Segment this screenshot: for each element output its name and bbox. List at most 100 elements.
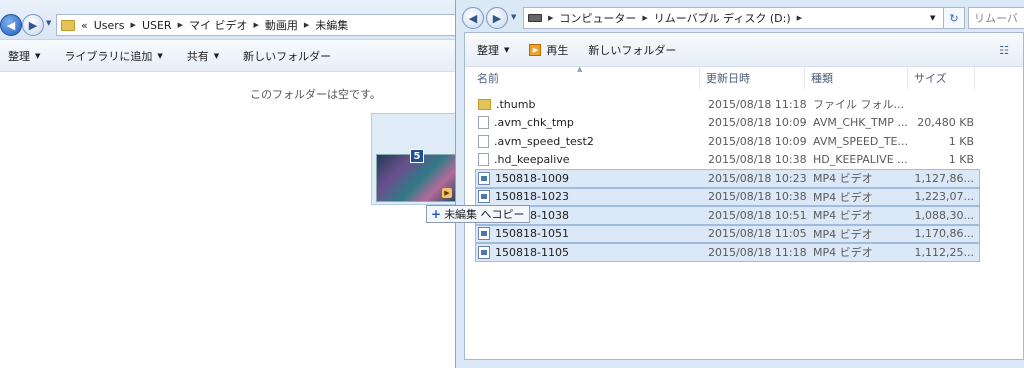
- play-icon: ▶: [529, 43, 542, 56]
- play-icon: ▶: [442, 188, 452, 198]
- chevron-right-icon[interactable]: ▶: [131, 21, 136, 29]
- search-input[interactable]: リムーバ: [968, 7, 1024, 29]
- view-options-icon[interactable]: ☷: [999, 44, 1009, 57]
- column-type[interactable]: 種類: [805, 67, 908, 89]
- breadcrumb-overflow[interactable]: «: [81, 19, 88, 32]
- breadcrumb-for-videos[interactable]: 動画用: [265, 17, 298, 33]
- column-size-label: サイズ: [914, 72, 947, 85]
- play-button[interactable]: ▶ 再生: [529, 42, 568, 58]
- add-to-library-button[interactable]: ライブラリに追加 ▼: [64, 48, 162, 64]
- chevron-right-icon[interactable]: ▶: [304, 21, 309, 29]
- file-row[interactable]: .avm_chk_tmp 2015/08/18 10:09 AVM_CHK_TM…: [475, 114, 980, 133]
- file-row[interactable]: 150818-1009 2015/08/18 10:23 MP4 ビデオ 1,1…: [475, 169, 980, 188]
- file-date: 2015/08/18 11:18: [708, 97, 807, 111]
- share-label: 共有: [186, 49, 209, 63]
- right-address-bar[interactable]: ▶ コンピューター ▶ リムーバブル ディスク (D:) ▶: [523, 7, 963, 29]
- chevron-right-icon[interactable]: ▶: [548, 14, 553, 22]
- video-icon: [478, 227, 490, 241]
- refresh-icon: ↻: [949, 11, 959, 25]
- file-name: .avm_chk_tmp: [494, 116, 574, 130]
- play-label: 再生: [546, 43, 569, 57]
- file-name: .avm_speed_test2: [494, 134, 594, 148]
- breadcrumb-my-videos[interactable]: マイ ビデオ: [189, 17, 248, 33]
- left-toolbar: 整理 ▼ ライブラリに追加 ▼ 共有 ▼ 新しいフォルダー: [0, 40, 460, 72]
- history-dropdown-icon[interactable]: ▼: [511, 13, 516, 21]
- video-icon: [478, 245, 490, 259]
- column-name[interactable]: 名前 ▲: [465, 65, 700, 89]
- breadcrumb-computer[interactable]: コンピューター: [559, 10, 636, 26]
- file-row[interactable]: .hd_keepalive 2015/08/18 10:38 HD_KEEPAL…: [475, 151, 980, 170]
- chevron-right-icon[interactable]: ▶: [797, 14, 802, 22]
- forward-button[interactable]: ▶: [22, 14, 44, 36]
- organize-button[interactable]: 整理 ▼: [477, 42, 509, 58]
- new-folder-button[interactable]: 新しいフォルダー: [588, 42, 676, 58]
- breadcrumb-users[interactable]: Users: [94, 19, 125, 32]
- refresh-button[interactable]: ↻: [943, 7, 965, 29]
- file-row[interactable]: 150818-1105 2015/08/18 11:18 MP4 ビデオ 1,1…: [475, 243, 980, 262]
- column-headers: 名前 ▲ 更新日時 種類 サイズ: [465, 65, 1023, 89]
- back-button[interactable]: ◀: [0, 14, 22, 36]
- file-date: 2015/08/18 10:38: [708, 190, 807, 204]
- file-size: 1 KB: [948, 134, 974, 148]
- column-date[interactable]: 更新日時: [700, 67, 805, 89]
- file-name: 150818-1051: [495, 227, 569, 241]
- new-folder-button[interactable]: 新しいフォルダー: [243, 48, 331, 64]
- address-dropdown-icon[interactable]: ▼: [930, 14, 935, 22]
- file-type: ファイル フォル...: [813, 98, 904, 112]
- chevron-down-icon: ▼: [157, 51, 163, 60]
- file-row[interactable]: .thumb 2015/08/18 11:18 ファイル フォル...: [475, 95, 980, 114]
- file-size: 1,112,25...: [914, 245, 974, 259]
- organize-label: 整理: [8, 49, 30, 63]
- drag-preview: ▶ 5: [371, 113, 461, 205]
- right-toolbar: 整理 ▼ ▶ 再生 新しいフォルダー ☷: [465, 33, 1023, 67]
- forward-button[interactable]: ▶: [486, 7, 508, 29]
- breadcrumb-user[interactable]: USER: [142, 19, 172, 32]
- arrow-left-icon: ◀: [6, 18, 16, 32]
- video-icon: [478, 171, 490, 185]
- file-date: 2015/08/18 11:05: [708, 227, 807, 241]
- chevron-right-icon[interactable]: ▶: [642, 14, 647, 22]
- file-type: AVM_SPEED_TE...: [813, 134, 908, 148]
- share-button[interactable]: 共有 ▼: [187, 48, 219, 64]
- chevron-down-icon: ▼: [35, 51, 41, 60]
- file-list: .thumb 2015/08/18 11:18 ファイル フォル... .avm…: [475, 95, 980, 262]
- plus-icon: +: [431, 207, 442, 221]
- left-address-bar[interactable]: « Users ▶ USER ▶ マイ ビデオ ▶ 動画用 ▶ 未編集: [56, 14, 460, 36]
- file-size: 1 KB: [948, 153, 974, 167]
- new-folder-label: 新しいフォルダー: [588, 43, 677, 57]
- organize-button[interactable]: 整理 ▼: [8, 48, 40, 64]
- file-icon: [478, 134, 489, 148]
- file-type: MP4 ビデオ: [813, 172, 873, 186]
- chevron-right-icon[interactable]: ▶: [253, 21, 258, 29]
- file-row[interactable]: .avm_speed_test2 2015/08/18 10:09 AVM_SP…: [475, 132, 980, 151]
- file-date: 2015/08/18 10:38: [708, 153, 807, 167]
- file-date: 2015/08/18 11:18: [708, 245, 807, 259]
- file-icon: [478, 153, 489, 167]
- file-row[interactable]: 150818-1051 2015/08/18 11:05 MP4 ビデオ 1,1…: [475, 224, 980, 243]
- file-name: .hd_keepalive: [494, 153, 570, 167]
- drive-icon: [528, 14, 542, 22]
- right-nav-bar: ◀ ▶ ▼ ▶ コンピューター ▶ リムーバブル ディスク (D:) ▶ ▼ ↻…: [456, 0, 1024, 32]
- file-size: 1,127,86...: [914, 171, 974, 185]
- column-size[interactable]: サイズ: [908, 67, 975, 89]
- file-name: 150818-1105: [495, 245, 569, 259]
- arrow-right-icon: ▶: [492, 11, 502, 25]
- search-placeholder: リムーバ: [974, 12, 1018, 25]
- file-date: 2015/08/18 10:09: [708, 134, 807, 148]
- history-dropdown-icon[interactable]: ▼: [46, 19, 51, 27]
- file-size: 1,088,30...: [914, 208, 974, 222]
- file-type: MP4 ビデオ: [813, 190, 873, 204]
- file-row[interactable]: 150818-1038 2015/08/18 10:51 MP4 ビデオ 1,0…: [475, 206, 980, 225]
- chevron-right-icon[interactable]: ▶: [178, 21, 183, 29]
- back-button[interactable]: ◀: [462, 7, 484, 29]
- empty-folder-message: このフォルダーは空です。: [250, 88, 381, 101]
- file-size: 20,480 KB: [917, 116, 974, 130]
- folder-icon: [478, 98, 491, 110]
- file-name: 150818-1009: [495, 171, 569, 185]
- breadcrumb-unedited[interactable]: 未編集: [315, 17, 348, 33]
- breadcrumb-removable-disk[interactable]: リムーバブル ディスク (D:): [654, 10, 791, 26]
- file-icon: [478, 116, 489, 130]
- file-row[interactable]: 150818-1023 2015/08/18 10:38 MP4 ビデオ 1,2…: [475, 187, 980, 206]
- column-name-label: 名前: [477, 72, 499, 85]
- file-type: HD_KEEPALIVE ...: [813, 153, 908, 167]
